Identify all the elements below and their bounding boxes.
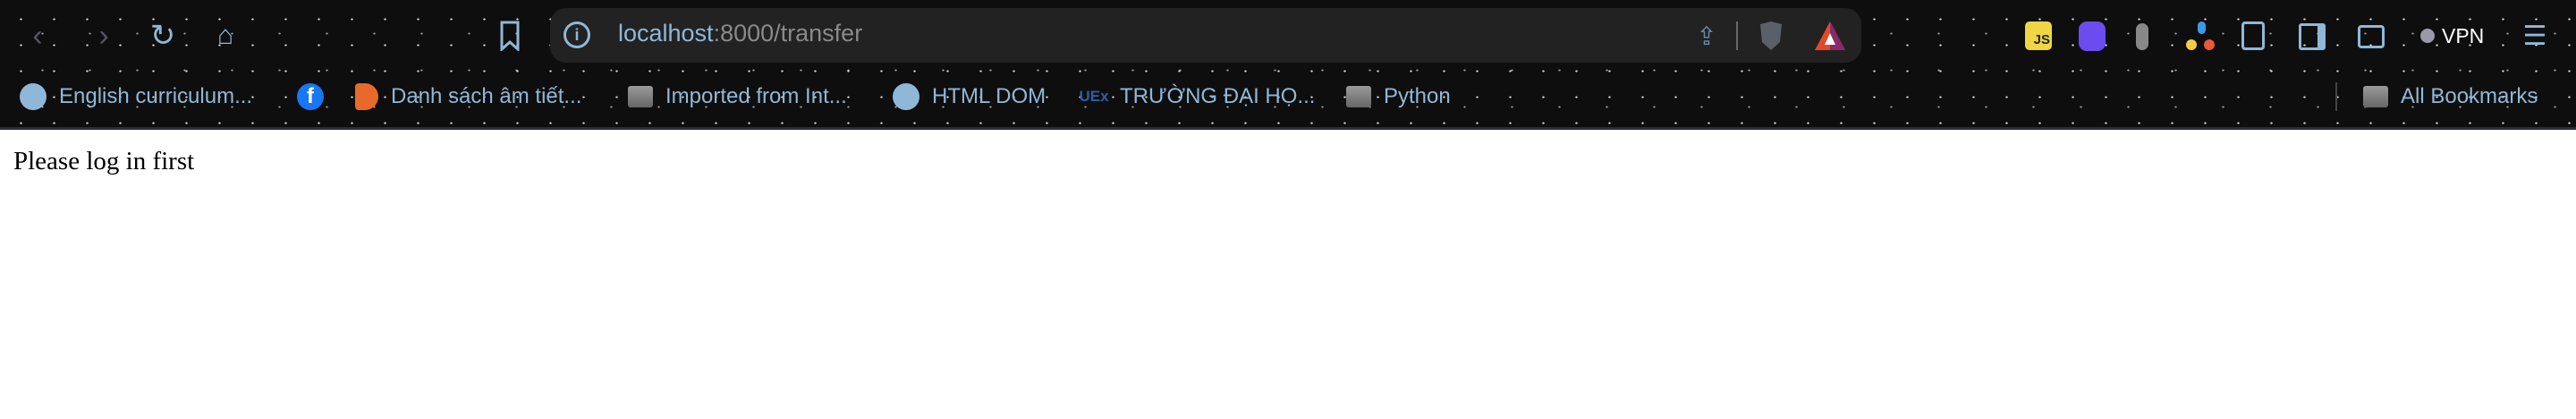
- reload-icon[interactable]: ↻: [145, 18, 181, 54]
- bookmark-label: English curriculum...: [59, 84, 253, 108]
- home-icon[interactable]: ⌂: [208, 18, 243, 54]
- folder-icon: [2363, 86, 2388, 107]
- bookmark-label: Python: [1384, 84, 1451, 108]
- vpn-status-icon: [2420, 29, 2435, 43]
- vpn-label: VPN: [2442, 23, 2485, 47]
- bookmark-item-facebook[interactable]: f: [297, 82, 336, 111]
- bookmark-item[interactable]: Danh sách âm tiết...: [355, 82, 581, 111]
- orange-play-icon: [355, 83, 378, 110]
- vpn-button[interactable]: VPN: [2413, 18, 2485, 54]
- info-icon[interactable]: i: [564, 21, 590, 48]
- login-message: Please log in first: [13, 147, 195, 175]
- all-bookmarks-label: All Bookmarks: [2401, 84, 2538, 108]
- back-icon[interactable]: ‹: [20, 18, 55, 54]
- share-icon[interactable]: ⇪: [1689, 18, 1724, 54]
- globe-icon: [20, 83, 47, 110]
- bookmark-item[interactable]: Python: [1346, 82, 1451, 111]
- bookmark-label: HTML DOM: [932, 84, 1046, 108]
- bookmark-label: Danh sách âm tiết...: [391, 84, 582, 108]
- folder-icon: [628, 86, 653, 107]
- wallet-icon[interactable]: [2358, 25, 2385, 48]
- bookmark-label: Imported from Int...: [665, 84, 847, 108]
- purple-extension-icon[interactable]: [2079, 21, 2106, 51]
- globe-icon: [893, 83, 919, 110]
- bookmark-item[interactable]: Imported from Int...: [628, 82, 847, 111]
- sidebar-icon[interactable]: [2299, 23, 2326, 50]
- forward-icon[interactable]: ›: [86, 18, 122, 54]
- bookmarks-divider: [2335, 82, 2337, 111]
- bookmark-label: TRƯỜNG ĐẠI HỌ...: [1120, 84, 1316, 108]
- brave-shield-icon[interactable]: [1753, 18, 1789, 54]
- menu-icon[interactable]: ☰: [2517, 18, 2553, 54]
- bookmark-item[interactable]: UEx TRƯỜNG ĐẠI HỌ...: [1079, 82, 1316, 111]
- facebook-icon: f: [297, 83, 324, 110]
- bookmark-item[interactable]: English curriculum...: [20, 82, 252, 111]
- bookmark-item[interactable]: HTML DOM: [893, 82, 1046, 111]
- dots-extension-icon[interactable]: [2186, 21, 2216, 52]
- url-text[interactable]: localhost:8000/transfer: [618, 20, 862, 47]
- bookmark-icon[interactable]: [492, 18, 528, 54]
- bug-extension-icon[interactable]: [2136, 23, 2148, 50]
- url-path: :8000/transfer: [713, 20, 863, 47]
- js-extension-icon[interactable]: JS: [2025, 21, 2052, 50]
- browser-chrome: ‹ › ↻ ⌂ i localhost:8000/transfer ⇪ JS V…: [0, 0, 2576, 130]
- brave-rewards-icon[interactable]: [1812, 18, 1848, 54]
- uex-icon: UEx: [1079, 88, 1109, 105]
- puzzle-extensions-icon[interactable]: [2241, 21, 2265, 50]
- all-bookmarks-button[interactable]: All Bookmarks: [2363, 82, 2538, 111]
- divider: [1736, 21, 1738, 50]
- folder-icon: [1346, 86, 1371, 107]
- url-host: localhost: [618, 20, 714, 47]
